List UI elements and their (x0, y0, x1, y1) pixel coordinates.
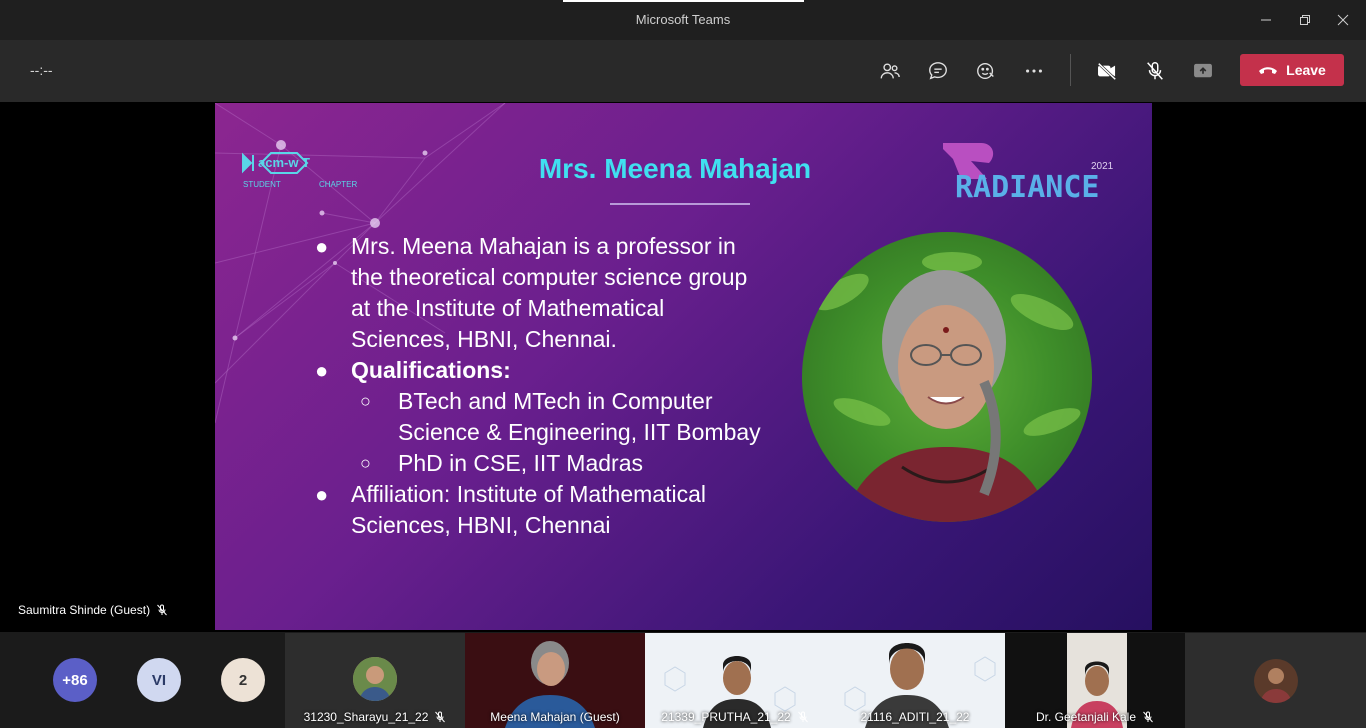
chat-button[interactable] (923, 56, 953, 86)
leave-button[interactable]: Leave (1240, 54, 1344, 86)
participant-tile-avatar[interactable] (1185, 633, 1366, 728)
bullet-line: at the Institute of Mathematical (310, 293, 790, 324)
participant-avatar (1253, 659, 1298, 703)
radiance-brand-text: RADIANCE (955, 170, 1100, 201)
bullet-line: the theoretical computer science group (310, 262, 790, 293)
participant-name-text: Dr. Geetanjali Kale (1035, 710, 1137, 724)
participant-name: 21339_PRUTHA_21_22 (645, 710, 825, 724)
mic-muted-icon (797, 711, 808, 723)
restore-icon (1300, 15, 1310, 25)
slide-title: Mrs. Meena Mahajan (538, 153, 812, 184)
meeting-toolbar: --:-- Leave (0, 40, 1366, 102)
bullet-text: the theoretical computer science group (351, 264, 748, 290)
camera-toggle-button[interactable] (1092, 56, 1122, 86)
speaker-name-text: Saumitra Shinde (Guest) (18, 603, 151, 617)
bullet-icon: ● (315, 358, 329, 383)
bullet-text: at the Institute of Mathematical (351, 295, 665, 321)
participant-name-text: 21116_ADITI_21_22 (860, 710, 970, 724)
participant-name: Meena Mahajan (Guest) (465, 710, 645, 724)
acm-w-student-chapter-logo: acm-w T STUDENT CHAPTER (242, 152, 357, 189)
radiance-2021-logo: RADIANCE 2021 (943, 143, 1114, 201)
bullet-text: Qualifications: (351, 357, 511, 383)
bullet-line: ● Affiliation: Institute of Mathematical (310, 479, 790, 510)
bullet-text: Science & Engineering, IIT Bombay (398, 419, 761, 445)
participant-name: 21116_ADITI_21_22 (825, 710, 1005, 724)
more-participants-bubble[interactable]: +86 (53, 658, 97, 702)
title-underline (610, 203, 750, 205)
bullet-line: ● Mrs. Meena Mahajan is a professor in (310, 231, 790, 262)
share-screen-button[interactable] (1188, 56, 1218, 86)
mic-muted-icon (435, 711, 446, 723)
leave-label: Leave (1286, 62, 1326, 78)
participant-tile-geetanjali[interactable]: Dr. Geetanjali Kale (1005, 633, 1185, 728)
acm-logo-text: acm-w T (258, 155, 310, 170)
bullet-line: Sciences, HBNI, Chennai (310, 510, 790, 541)
sub-bullet-line: ○ BTech and MTech in Computer (310, 386, 790, 417)
title-accent (563, 0, 804, 2)
mic-off-icon (1147, 62, 1163, 80)
slide-bullet-list: ● Mrs. Meena Mahajan is a professor in the… (310, 231, 790, 541)
bullet-text: Sciences, HBNI, Chennai (351, 512, 611, 538)
mic-muted-icon (157, 604, 167, 616)
hang-up-icon (1259, 67, 1278, 74)
meeting-timer: --:-- (30, 62, 53, 78)
participant-name-text: 21339_PRUTHA_21_22 (661, 710, 791, 724)
participant-tile-aditi[interactable]: 21116_ADITI_21_22 (825, 633, 1005, 728)
chat-icon (929, 62, 947, 80)
participant-name-text: 31230_Sharayu_21_22 (303, 710, 429, 724)
camera-off-icon (1097, 62, 1117, 81)
radiance-year: 2021 (1091, 161, 1114, 172)
speaker-portrait-image (815, 252, 1081, 522)
bullet-text: Mrs. Meena Mahajan is a professor in (351, 233, 736, 259)
sub-bullet-line: ○ PhD in CSE, IIT Madras (310, 448, 790, 479)
bullet-text: Sciences, HBNI, Chennai. (351, 326, 617, 352)
participant-tile-sharayu[interactable]: 31230_Sharayu_21_22 (285, 633, 465, 728)
participant-initials: VI (151, 671, 167, 689)
reactions-button[interactable] (971, 56, 1001, 86)
share-screen-icon (1194, 63, 1212, 78)
minimize-icon (1261, 19, 1271, 21)
bullet-text: BTech and MTech in Computer (398, 388, 713, 414)
participant-tile-prutha[interactable]: 21339_PRUTHA_21_22 (645, 633, 825, 728)
title-bar: Microsoft Teams (0, 0, 1366, 40)
more-actions-button[interactable] (1019, 56, 1049, 86)
sub-bullet-line: Science & Engineering, IIT Bombay (310, 417, 790, 448)
presentation-slide: acm-w T STUDENT CHAPTER Mrs. Meena Mahaj… (215, 103, 1152, 630)
bullet-line: Sciences, HBNI, Chennai. (310, 324, 790, 355)
participant-avatar (353, 657, 397, 701)
participants-button[interactable] (875, 56, 905, 86)
bullet-text: Affiliation: Institute of Mathematical (351, 481, 706, 507)
avatar-image (1253, 659, 1298, 703)
close-button[interactable] (1320, 0, 1366, 40)
acm-logo-chapter: CHAPTER (319, 180, 357, 189)
reaction-hand-icon (977, 62, 994, 80)
bullet-line: ● Qualifications: (310, 355, 790, 386)
people-icon (880, 63, 900, 79)
participant-name-text: Meena Mahajan (Guest) (490, 710, 620, 724)
speaker-name-label: Saumitra Shinde (Guest) (18, 603, 168, 617)
more-icon (1026, 69, 1042, 73)
acm-logo-student: STUDENT (243, 180, 281, 189)
toolbar-divider (1070, 54, 1071, 86)
mic-muted-icon (1143, 711, 1153, 723)
bullet-icon: ● (315, 234, 329, 259)
participant-initials-bubble[interactable]: VI (137, 658, 181, 702)
hollow-bullet-icon: ○ (360, 453, 371, 473)
more-participants-count: +86 (62, 671, 88, 689)
bullet-icon: ● (315, 482, 329, 507)
close-icon (1337, 14, 1349, 26)
hollow-bullet-icon: ○ (360, 391, 371, 411)
mic-toggle-button[interactable] (1140, 56, 1170, 86)
participant-name: Dr. Geetanjali Kale (1005, 710, 1185, 724)
participant-count-bubble[interactable]: 2 (221, 658, 265, 702)
participant-name: 31230_Sharayu_21_22 (285, 710, 465, 724)
window-title: Microsoft Teams (635, 12, 731, 27)
avatar-image (353, 657, 397, 701)
participant-count-text: 2 (238, 671, 248, 689)
participant-tile-meena[interactable]: Meena Mahajan (Guest) (465, 633, 645, 728)
speaker-photo (802, 232, 1092, 522)
bullet-text: PhD in CSE, IIT Madras (398, 450, 643, 476)
